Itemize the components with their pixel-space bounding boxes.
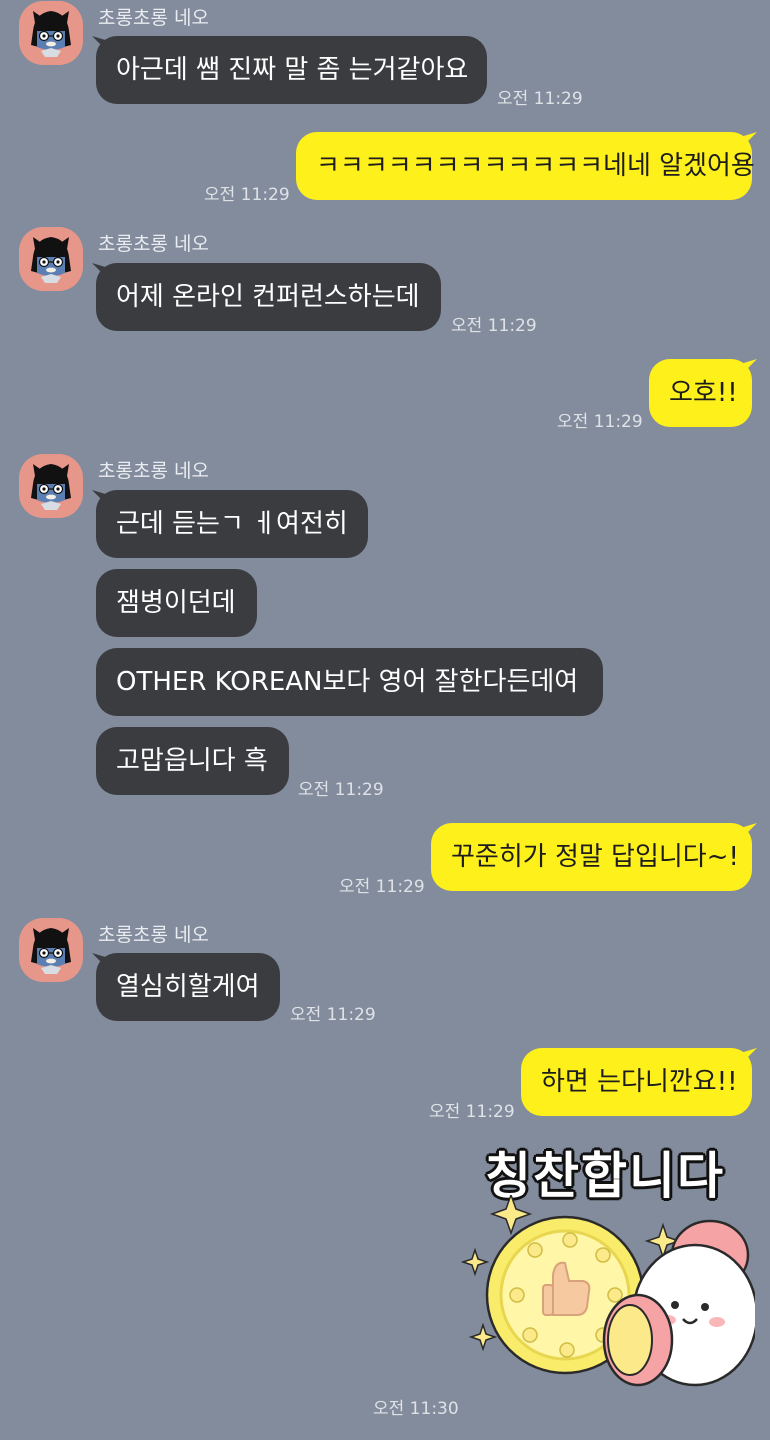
message-bubble[interactable]: 하면 는다니깐요!! [521, 1048, 752, 1116]
sender-avatar[interactable] [19, 1, 83, 65]
message-time: 오전 11:30 [373, 1399, 459, 1419]
message-bubble[interactable]: 근데 듣는ㄱ ㅔ여전히 [96, 490, 368, 558]
bubble-tail [737, 823, 757, 843]
neo-avatar-icon [30, 236, 72, 284]
sender-avatar[interactable] [19, 918, 83, 982]
message-time: 오전 11:29 [290, 1005, 376, 1025]
neo-avatar-icon [30, 463, 72, 511]
message-bubble[interactable]: 어제 온라인 컨퍼런스하는데 [96, 263, 441, 331]
sender-name: 초롱초롱 네오 [98, 7, 209, 29]
message-bubble[interactable]: 잼병이던데 [96, 569, 257, 637]
bubble-tail [737, 132, 757, 152]
bubble-tail [737, 359, 757, 379]
sender-name: 초롱초롱 네오 [98, 233, 209, 255]
bubble-tail [737, 1048, 757, 1068]
message-time: 오전 11:29 [497, 89, 583, 109]
message-bubble[interactable]: 꾸준히가 정말 답입니다~! [431, 823, 752, 891]
neo-avatar-icon [30, 10, 72, 58]
thumbs-up-coin-sticker-icon[interactable] [455, 1195, 755, 1395]
message-time: 오전 11:29 [557, 412, 643, 432]
message-time: 오전 11:29 [204, 185, 290, 205]
sender-name: 초롱초롱 네오 [98, 924, 209, 946]
neo-avatar-icon [30, 927, 72, 975]
message-time: 오전 11:29 [339, 877, 425, 897]
message-bubble[interactable]: OTHER KOREAN보다 영어 잘한다든데여 [96, 648, 603, 716]
message-bubble[interactable]: ㅋㅋㅋㅋㅋㅋㅋㅋㅋㅋㅋㅋ네네 알겠어용 [296, 132, 755, 200]
message-time: 오전 11:29 [451, 316, 537, 336]
message-time: 오전 11:29 [298, 780, 384, 800]
message-bubble[interactable]: 열심히할게여 [96, 953, 280, 1021]
message-bubble[interactable]: 아근데 쌤 진짜 말 좀 는거같아요 [96, 36, 487, 104]
sender-avatar[interactable] [19, 454, 83, 518]
sender-name: 초롱초롱 네오 [98, 460, 209, 482]
sender-avatar[interactable] [19, 227, 83, 291]
message-bubble[interactable]: 고맙읍니다 흑 [96, 727, 289, 795]
message-time: 오전 11:29 [429, 1102, 515, 1122]
